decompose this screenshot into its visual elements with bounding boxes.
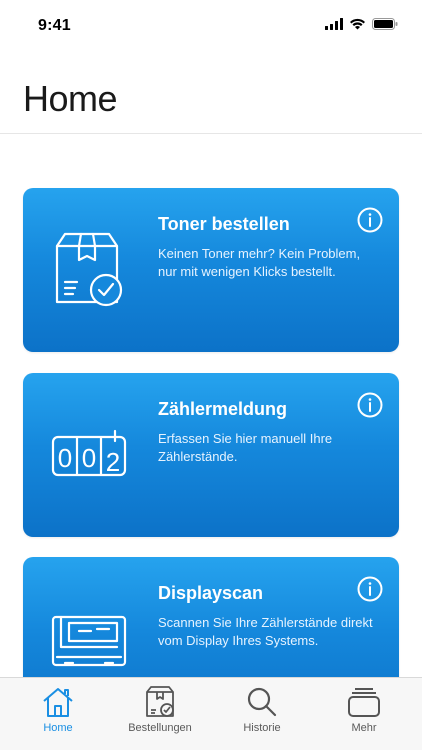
home-icon: [43, 688, 73, 717]
counter-digit: 0: [58, 443, 72, 473]
wifi-icon: [350, 18, 365, 30]
tab-label: Historie: [243, 722, 281, 734]
card-title: Zählermeldung: [158, 399, 288, 419]
card-description: Keinen Toner mehr? Kein Problem, nur mit…: [158, 246, 361, 279]
status-bar: 9:41: [0, 0, 422, 52]
battery-icon: [372, 18, 398, 30]
tab-mehr[interactable]: Mehr: [316, 678, 412, 750]
info-icon[interactable]: [357, 576, 383, 602]
card-title: Displayscan: [158, 583, 264, 603]
card-toner-bestellen[interactable]: Toner bestellen Keinen Toner mehr? Kein …: [23, 188, 399, 352]
tab-label: Mehr: [351, 722, 377, 734]
card-zaehlermeldung[interactable]: 0 0 2 Zählermeldung Erfassen Sie hier ma…: [23, 373, 399, 537]
package-check-icon: [55, 232, 123, 307]
status-time: 9:41: [38, 17, 71, 34]
content-list[interactable]: Toner bestellen Keinen Toner mehr? Kein …: [0, 135, 422, 677]
tab-bestellungen[interactable]: Bestellungen: [112, 678, 208, 750]
counter-icon: 0 0 2: [51, 429, 127, 477]
card-description: Erfassen Sie hier manuell Ihre Zählerstä…: [158, 431, 333, 464]
page-title: Home: [23, 78, 118, 119]
display-scan-icon: [51, 615, 127, 667]
counter-digit: 0: [82, 443, 96, 473]
tab-label: Home: [43, 722, 73, 734]
tab-historie[interactable]: Historie: [214, 678, 310, 750]
info-icon[interactable]: [357, 207, 383, 233]
stack-icon: [348, 688, 380, 717]
status-icons: [325, 18, 398, 30]
card-displayscan[interactable]: Displayscan Scannen Sie Ihre Zählerständ…: [23, 557, 399, 677]
card-title: Toner bestellen: [158, 214, 290, 234]
screen: 9:41 Home Toner bestellen Keinen Toner m…: [0, 0, 422, 750]
info-icon[interactable]: [357, 392, 383, 418]
card-description: Scannen Sie Ihre Zählerstände direkt vom…: [158, 615, 373, 648]
tab-bar: Home Bestellungen Historie Mehr: [0, 677, 422, 750]
counter-digit: 2: [106, 447, 120, 477]
search-icon: [247, 687, 277, 717]
header: Home: [0, 52, 422, 134]
cellular-signal-icon: [325, 18, 343, 30]
tab-label: Bestellungen: [128, 722, 192, 734]
tab-home[interactable]: Home: [10, 678, 106, 750]
package-icon: [146, 686, 174, 717]
